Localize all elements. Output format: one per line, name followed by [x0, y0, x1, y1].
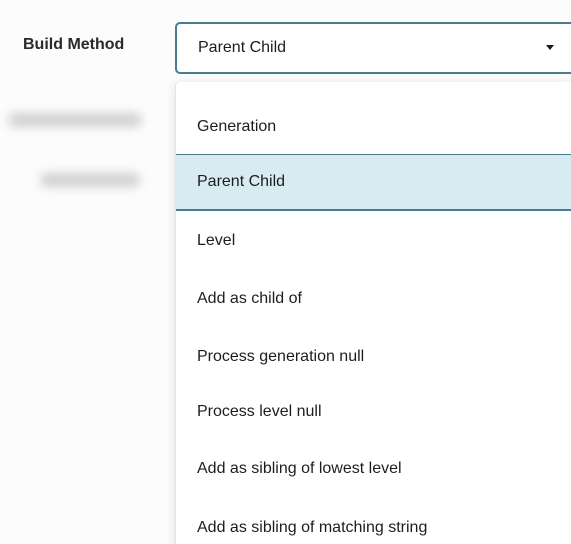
- option-generation[interactable]: Generation: [176, 98, 571, 155]
- option-process-level-null[interactable]: Process level null: [176, 383, 571, 440]
- option-level[interactable]: Level: [176, 212, 571, 269]
- build-method-form: Build Method Parent Child Generation Par…: [0, 0, 571, 544]
- obscured-field-label: [40, 173, 140, 187]
- build-method-label: Build Method: [23, 36, 125, 53]
- option-parent-child[interactable]: Parent Child: [176, 154, 571, 211]
- obscured-field-label: [8, 113, 142, 127]
- option-add-as-child-of[interactable]: Add as child of: [176, 270, 571, 327]
- build-method-selected-value: Parent Child: [198, 39, 287, 56]
- option-add-as-sibling-of-lowest-level[interactable]: Add as sibling of lowest level: [176, 440, 571, 497]
- option-process-generation-null[interactable]: Process generation null: [176, 328, 571, 385]
- build-method-options-list: Generation Parent Child Level Add as chi…: [175, 82, 571, 544]
- caret-down-icon: [546, 45, 554, 50]
- option-add-as-sibling-of-matching-string[interactable]: Add as sibling of matching string: [176, 499, 571, 544]
- build-method-select[interactable]: Parent Child: [175, 22, 571, 74]
